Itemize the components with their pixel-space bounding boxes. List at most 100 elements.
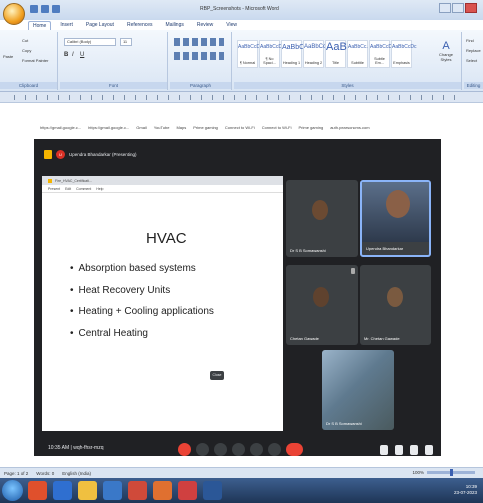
bookmark-item[interactable]: Prime gaming [193, 125, 218, 130]
participant-photo [387, 287, 403, 307]
style-title[interactable]: AaB Title [325, 40, 347, 68]
start-button[interactable] [2, 480, 23, 501]
bookmark-item[interactable]: Maps [176, 125, 186, 130]
bookmark-item[interactable]: Connect to Wi-Fi [262, 125, 292, 130]
tab-references[interactable]: References [123, 21, 157, 29]
slide-title: HVAC [146, 230, 187, 247]
ie-icon[interactable] [53, 481, 72, 500]
list-buttons[interactable] [174, 38, 224, 46]
underline-icon[interactable]: U [80, 52, 84, 58]
word-icon[interactable] [203, 481, 222, 500]
style-subtitle[interactable]: AaBbCc. Subtitle [347, 40, 368, 68]
chrome-icon[interactable] [128, 481, 147, 500]
bookmark-item[interactable]: Gmail [136, 125, 146, 130]
style-heading-1[interactable]: AaBbCc Heading 1 [281, 40, 308, 68]
app-icon[interactable] [103, 481, 122, 500]
participant-tile-active[interactable]: Upendra Bhandarkar [360, 180, 431, 257]
people-icon[interactable] [395, 445, 403, 455]
copy-button[interactable]: Copy [22, 48, 31, 53]
style-emphasis[interactable]: AaBbCcDc Emphasis [391, 40, 416, 68]
bookmark-item[interactable]: auth.pearsoncms.com [330, 125, 369, 130]
bookmark-item[interactable]: https://gmail.google.c... [40, 125, 81, 130]
minimize-button[interactable] [439, 3, 451, 13]
word-count[interactable]: Words: 0 [36, 471, 54, 476]
style-heading-2[interactable]: AaBbCc Heading 2 [303, 40, 326, 68]
maximize-button[interactable] [452, 3, 464, 13]
slides-icon [48, 178, 52, 183]
pin-icon[interactable] [351, 268, 355, 274]
horizontal-ruler[interactable] [0, 92, 483, 103]
menu-edit[interactable]: Edit [65, 187, 71, 191]
change-styles-button[interactable]: A Change Styles [436, 40, 456, 62]
bookmark-item[interactable]: https://gmail.google.c... [88, 125, 129, 130]
close-button[interactable] [465, 3, 477, 13]
replace-button[interactable]: Replace [466, 48, 481, 53]
participant-tile[interactable]: Mr. Chetan Gawade [360, 265, 431, 345]
language-indicator[interactable]: English (India) [62, 471, 91, 476]
bookmark-item[interactable]: Connect to Wi-Fi [225, 125, 255, 130]
participant-tile[interactable]: Chetan Gawade [286, 265, 358, 345]
participant-photo [312, 200, 328, 220]
slide-bullet: Heating + Cooling applications [70, 306, 214, 317]
tab-mailings[interactable]: Mailings [162, 21, 188, 29]
format-painter-button[interactable]: Format Painter [22, 58, 48, 63]
paste-button[interactable]: Paste [3, 54, 13, 59]
zoom-slider[interactable] [427, 469, 475, 476]
taskbar: 10:39 23-07-2023 [0, 478, 483, 503]
find-button[interactable]: Find [466, 38, 474, 43]
mic-off-icon[interactable] [178, 443, 191, 456]
tab-page-layout[interactable]: Page Layout [82, 21, 118, 29]
acrobat-icon[interactable] [178, 481, 197, 500]
participant-name: Mr. Chetan Gawade [364, 336, 400, 341]
office-button[interactable] [3, 3, 25, 25]
participant-tile[interactable]: Dr S B Somawanshi [322, 350, 394, 430]
editing-label: Editing [464, 82, 483, 89]
tab-insert[interactable]: Insert [56, 21, 77, 29]
zoom-slider-knob[interactable] [450, 469, 453, 476]
clock-date[interactable]: 23-07-2023 [454, 490, 477, 496]
close-chip[interactable]: Close [210, 371, 224, 380]
menu-help[interactable]: Help [96, 187, 103, 191]
camera-icon[interactable] [196, 443, 209, 456]
meet-controls [178, 443, 303, 456]
chrome-icon[interactable] [28, 481, 47, 500]
font-name-select[interactable]: Calibri (Body) [64, 38, 116, 46]
styles-group: AaBbCcDc ¶ Normal AaBbCcDc ¶ No Spaci... A… [234, 32, 462, 90]
style-normal[interactable]: AaBbCcDc ¶ Normal [237, 40, 262, 68]
bold-icon[interactable]: B [64, 52, 68, 58]
end-call-icon[interactable] [286, 443, 303, 456]
italic-icon[interactable]: I [72, 52, 74, 58]
zoom-level[interactable]: 100% [412, 470, 424, 475]
font-size-select[interactable]: 11 [120, 38, 132, 46]
style-subtle-emphasis[interactable]: AaBbCcDc Subtle Em... [369, 40, 394, 68]
captions-icon[interactable] [214, 443, 227, 456]
tab-review[interactable]: Review [193, 21, 217, 29]
bookmark-item[interactable]: Prime gaming [299, 125, 324, 130]
present-icon[interactable] [232, 443, 245, 456]
chat-icon[interactable] [410, 445, 418, 455]
bookmark-item[interactable]: YouTube [154, 125, 170, 130]
style-no-spacing[interactable]: AaBbCcDc ¶ No Spaci... [259, 40, 284, 68]
raise-hand-icon[interactable] [250, 443, 263, 456]
firefox-icon[interactable] [153, 481, 172, 500]
align-buttons[interactable] [174, 52, 224, 60]
tab-view[interactable]: View [222, 21, 241, 29]
redo-icon[interactable] [52, 5, 60, 13]
presenter-banner: U Upendra Bhandarkar (Presenting) [44, 150, 137, 159]
more-options-icon[interactable] [268, 443, 281, 456]
font-group: Calibri (Body) 11 B I U Font [60, 32, 168, 90]
browser-tab[interactable]: Fire_HVAC_Certificati... [55, 179, 92, 183]
save-icon[interactable] [30, 5, 38, 13]
page-count[interactable]: Page: 1 of 2 [4, 471, 28, 476]
presenter-avatar: U [56, 150, 65, 159]
info-icon[interactable] [380, 445, 388, 455]
cut-button[interactable]: Cut [22, 38, 28, 43]
menu-comment[interactable]: Comment [76, 187, 91, 191]
participant-tile[interactable]: Dr S B Somawanshi [286, 180, 358, 257]
select-button[interactable]: Select [466, 58, 477, 63]
folder-icon[interactable] [78, 481, 97, 500]
undo-icon[interactable] [41, 5, 49, 13]
menu-present[interactable]: Present [48, 187, 60, 191]
activities-icon[interactable] [425, 445, 433, 455]
tab-home[interactable]: Home [28, 20, 52, 30]
